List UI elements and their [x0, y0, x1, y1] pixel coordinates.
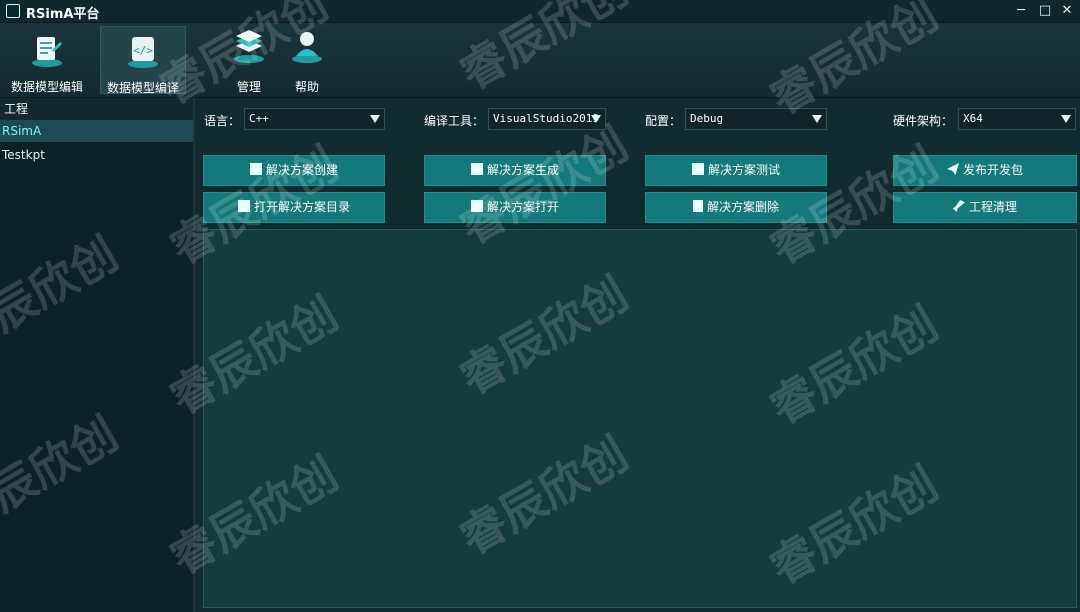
paper-plane-icon: [946, 163, 959, 175]
output-area: [203, 229, 1077, 608]
solution-test-button[interactable]: 解决方案测试: [645, 155, 827, 186]
chevron-down-icon: [812, 115, 822, 123]
language-select[interactable]: C++: [244, 108, 385, 130]
toolbar-label: 帮助: [294, 80, 319, 94]
arch-select[interactable]: X64: [958, 108, 1076, 130]
language-value: C++: [249, 112, 269, 125]
maximize-button[interactable]: □: [1034, 2, 1056, 20]
button-label: 工程清理: [968, 200, 1017, 214]
minimize-button[interactable]: ─: [1010, 2, 1032, 20]
toolbar-data-model-edit[interactable]: 数据模型编辑: [4, 26, 90, 94]
app-logo-icon: [6, 4, 20, 18]
project-item-rsima[interactable]: RSimA: [0, 120, 193, 142]
chevron-down-icon: [370, 115, 380, 123]
chevron-down-icon: [1061, 115, 1071, 123]
config-label: 配置：: [645, 114, 682, 128]
project-panel-header: 工程: [0, 98, 193, 120]
broom-icon: [952, 200, 965, 212]
close-button[interactable]: ✕: [1056, 2, 1078, 20]
edit-note-icon: [470, 163, 483, 175]
window-title: RSimA平台: [26, 7, 100, 22]
compiler-label: 编译工具：: [424, 114, 485, 128]
arch-value: X64: [963, 112, 983, 125]
config-value: Debug: [690, 112, 724, 125]
document-edit-icon: [32, 37, 62, 67]
language-label: 语言：: [204, 114, 241, 128]
button-label: 发布开发包: [962, 163, 1023, 177]
svg-text:</>: </>: [133, 44, 153, 57]
arch-label: 硬件架构：: [893, 114, 954, 128]
button-label: 解决方案测试: [707, 163, 780, 177]
toolbar-label: 数据模型编辑: [10, 80, 83, 94]
trash-icon: [692, 200, 703, 212]
project-item-testkpt[interactable]: Testkpt: [0, 144, 193, 166]
monitor-chart-icon: [691, 163, 704, 175]
